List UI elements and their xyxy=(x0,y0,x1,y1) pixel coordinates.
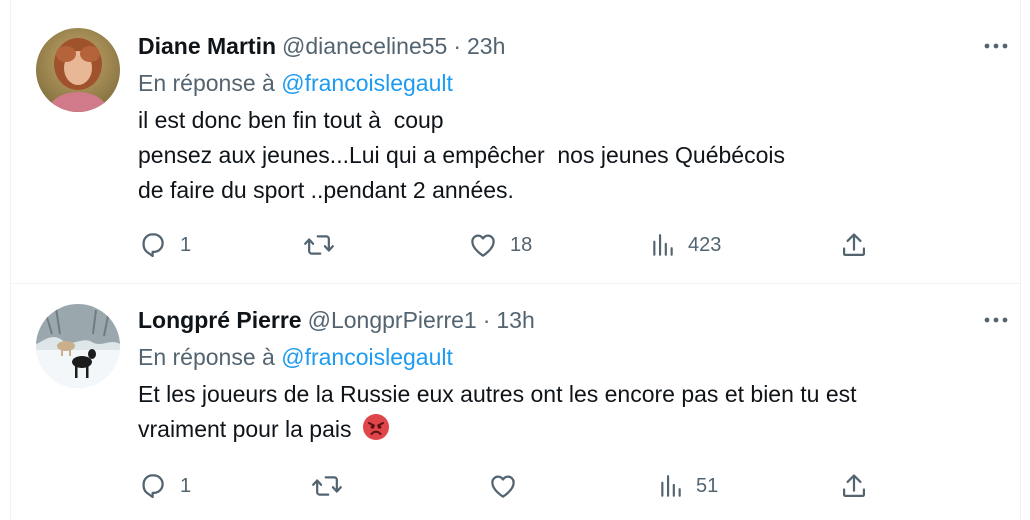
retweet-icon xyxy=(311,471,343,501)
like-button[interactable] xyxy=(488,469,530,503)
reply-bubble-icon xyxy=(138,230,168,260)
heart-icon xyxy=(488,471,518,501)
heart-icon xyxy=(468,230,498,260)
tweet-text-line: de faire du sport ..pendant 2 années. xyxy=(138,177,514,203)
dogs-in-snow-avatar xyxy=(36,304,120,388)
tweet-text: Et les joueurs de la Russie eux autres o… xyxy=(138,377,1000,447)
tweet-card[interactable]: Diane Martin @dianeceline55 · 23h En rép… xyxy=(11,10,1020,283)
share-button[interactable] xyxy=(840,469,868,503)
header-separator: · xyxy=(453,32,462,59)
tweet-text-line: vraiment pour la pais xyxy=(138,412,1000,447)
tweet-timestamp[interactable]: 13h xyxy=(496,307,534,334)
retweet-button[interactable] xyxy=(303,228,347,262)
reply-mention-link[interactable]: @francoislegault xyxy=(281,70,453,96)
author-name[interactable]: Diane Martin xyxy=(138,33,276,60)
reply-context: En réponse à @francoislegault xyxy=(138,67,1000,99)
angry-face-emoji xyxy=(362,413,390,441)
reply-bubble-icon xyxy=(138,471,168,501)
column-border-right xyxy=(1020,0,1021,520)
author-name[interactable]: Longpré Pierre xyxy=(138,307,302,334)
tweet-actions: 1 51 xyxy=(138,469,866,503)
share-upload-icon xyxy=(840,472,868,500)
view-count: 423 xyxy=(688,233,722,256)
woman-portrait-avatar xyxy=(36,28,120,112)
view-count: 51 xyxy=(696,474,719,497)
tweet-content: Diane Martin @dianeceline55 · 23h En rép… xyxy=(138,30,1000,208)
author-avatar[interactable] xyxy=(36,28,120,112)
reply-prefix: En réponse à xyxy=(138,70,275,96)
views-button[interactable]: 423 xyxy=(650,228,721,262)
share-button[interactable] xyxy=(840,228,868,262)
tweet-header: Diane Martin @dianeceline55 · 23h xyxy=(138,30,1000,62)
tweet-text-line: il est donc ben fin tout à coup xyxy=(138,107,444,133)
views-bar-chart-icon xyxy=(658,473,684,499)
tweet-card[interactable]: Longpré Pierre @LongprPierre1 · 13h En r… xyxy=(11,284,1020,520)
tweet-thread: Diane Martin @dianeceline55 · 23h En rép… xyxy=(0,0,1030,520)
views-button[interactable]: 51 xyxy=(658,469,718,503)
author-handle[interactable]: @dianeceline55 xyxy=(282,33,447,60)
reply-button[interactable]: 1 xyxy=(138,469,191,503)
retweet-button[interactable] xyxy=(311,469,355,503)
reply-count: 1 xyxy=(180,233,192,256)
like-button[interactable]: 18 xyxy=(468,228,532,262)
tweet-text-fragment: vraiment pour la pais xyxy=(138,416,352,442)
tweet-text-line: pensez aux jeunes...Lui qui a empêcher n… xyxy=(138,142,785,168)
tweet-text-line: Et les joueurs de la Russie eux autres o… xyxy=(138,381,857,407)
reply-count: 1 xyxy=(180,474,192,497)
reply-prefix: En réponse à xyxy=(138,344,275,370)
header-separator: · xyxy=(482,306,491,333)
more-horizontal-icon[interactable] xyxy=(978,308,1014,332)
more-horizontal-icon[interactable] xyxy=(978,34,1014,58)
tweet-content: Longpré Pierre @LongprPierre1 · 13h En r… xyxy=(138,304,1000,447)
reply-button[interactable]: 1 xyxy=(138,228,191,262)
tweet-text: il est donc ben fin tout à coup pensez a… xyxy=(138,103,1000,208)
tweet-timestamp[interactable]: 23h xyxy=(467,33,505,60)
retweet-icon xyxy=(303,230,335,260)
tweet-actions: 1 18 423 xyxy=(138,228,866,262)
reply-context: En réponse à @francoislegault xyxy=(138,341,1000,373)
author-avatar[interactable] xyxy=(36,304,120,388)
tweet-header: Longpré Pierre @LongprPierre1 · 13h xyxy=(138,304,1000,336)
author-handle[interactable]: @LongprPierre1 xyxy=(308,307,477,334)
reply-mention-link[interactable]: @francoislegault xyxy=(281,344,453,370)
share-upload-icon xyxy=(840,231,868,259)
like-count: 18 xyxy=(510,233,533,256)
views-bar-chart-icon xyxy=(650,232,676,258)
